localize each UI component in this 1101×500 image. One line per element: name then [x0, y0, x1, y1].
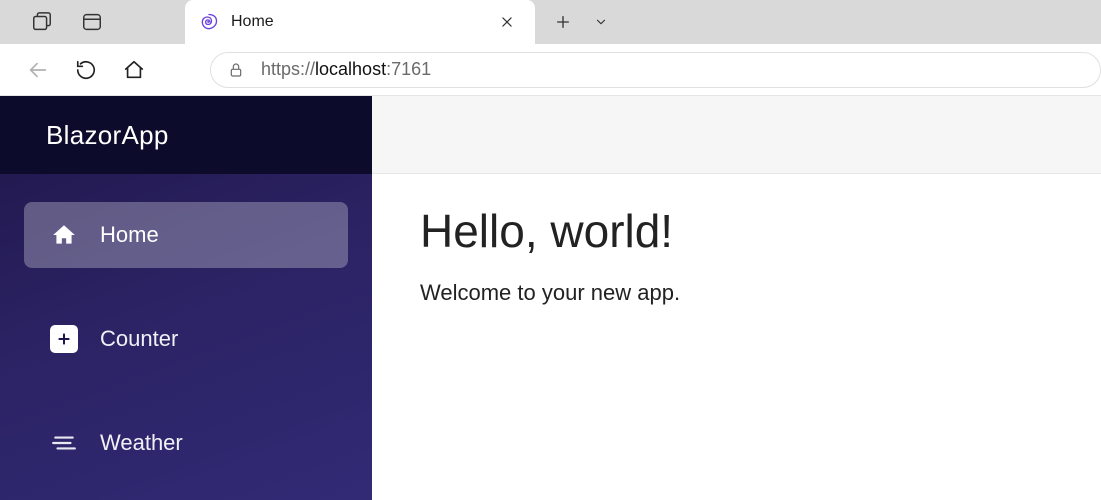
- tab-close-button[interactable]: [493, 8, 521, 36]
- sidebar-item-weather[interactable]: Weather: [24, 410, 348, 476]
- home-button[interactable]: [120, 56, 148, 84]
- tab-actions-menu-button[interactable]: [587, 8, 615, 36]
- app-sidebar: BlazorApp Home Counter: [0, 96, 372, 500]
- home-icon: [50, 221, 78, 249]
- browser-tab-active[interactable]: Home: [185, 0, 535, 44]
- plus-icon: [50, 325, 78, 353]
- browser-nav-controls: [0, 56, 210, 84]
- content-body: Hello, world! Welcome to your new app.: [372, 174, 1101, 336]
- blazor-favicon-icon: [199, 12, 219, 32]
- sidebar-item-label: Weather: [100, 430, 183, 456]
- browser-address-bar: https://localhost:7161: [0, 44, 1101, 96]
- browser-tab-strip: Home: [0, 0, 1101, 44]
- back-button[interactable]: [24, 56, 52, 84]
- content-top-bar: [372, 96, 1101, 174]
- browser-tab-title: Home: [231, 13, 481, 31]
- lock-icon: [227, 61, 245, 79]
- page-heading: Hello, world!: [420, 204, 1053, 258]
- sidebar-item-counter[interactable]: Counter: [24, 306, 348, 372]
- address-input[interactable]: https://localhost:7161: [210, 52, 1101, 88]
- list-icon: [50, 429, 78, 457]
- address-url-text: https://localhost:7161: [261, 59, 431, 80]
- sidebar-item-home[interactable]: Home: [24, 202, 348, 268]
- refresh-button[interactable]: [72, 56, 100, 84]
- tab-strip-left-controls: [0, 0, 185, 44]
- sidebar-nav: Home Counter Weather: [0, 174, 372, 476]
- main-content: Hello, world! Welcome to your new app.: [372, 96, 1101, 500]
- page-viewport: BlazorApp Home Counter: [0, 96, 1101, 500]
- workspaces-icon[interactable]: [28, 8, 56, 36]
- app-brand-text: BlazorApp: [46, 120, 169, 151]
- page-subtext: Welcome to your new app.: [420, 280, 1053, 306]
- url-host: localhost: [315, 59, 386, 79]
- new-tab-button[interactable]: [549, 8, 577, 36]
- tab-strip-right-controls: [535, 0, 629, 44]
- app-brand[interactable]: BlazorApp: [0, 96, 372, 174]
- url-port: :7161: [386, 59, 431, 79]
- sidebar-item-label: Counter: [100, 326, 178, 352]
- url-scheme: https://: [261, 59, 315, 79]
- sidebar-item-label: Home: [100, 222, 159, 248]
- panel-icon[interactable]: [78, 8, 106, 36]
- browser-chrome: Home: [0, 0, 1101, 96]
